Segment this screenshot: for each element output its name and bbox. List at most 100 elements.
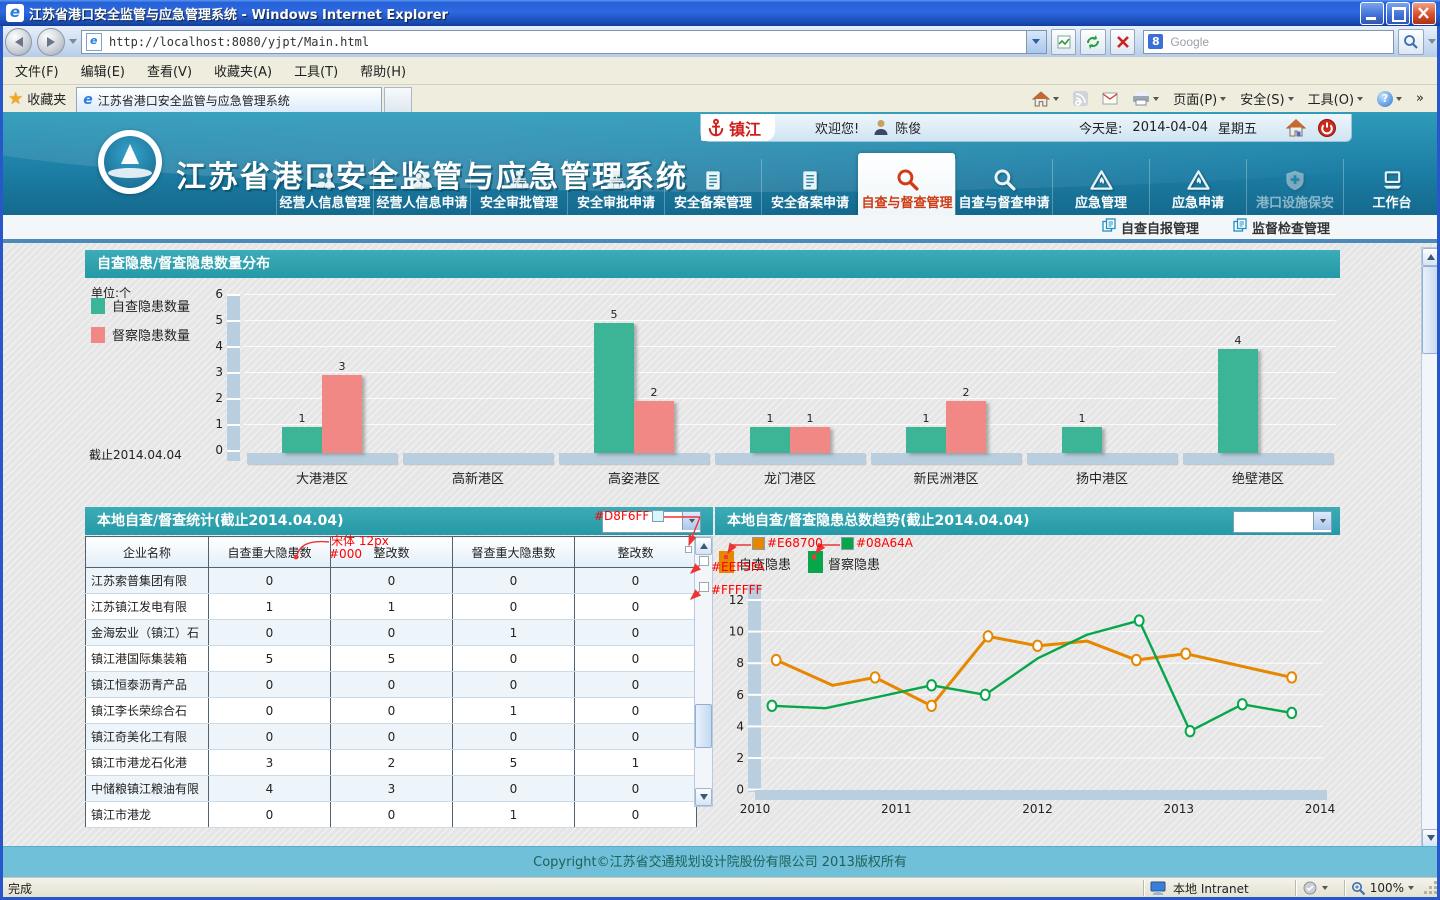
menu-item-2[interactable]: 查看(V) — [136, 57, 203, 84]
table-row[interactable]: 镇江市港龙0010 — [86, 802, 697, 828]
x-axis-band — [403, 453, 553, 464]
forward-button[interactable] — [37, 28, 64, 56]
menu-item-5[interactable]: 帮助(H) — [349, 57, 417, 84]
nav-item-2[interactable]: 经营人信息申请 — [373, 159, 470, 215]
menu-item-0[interactable]: 文件(F) — [4, 57, 70, 84]
nav-item-6[interactable]: 安全备案申请 — [761, 159, 858, 215]
table-row[interactable]: 镇江恒泰沥青产品0000 — [86, 672, 697, 698]
search-input[interactable] — [1168, 34, 1372, 50]
protected-mode-icon[interactable] — [1302, 881, 1318, 895]
legend-swatch — [719, 551, 734, 573]
nav-item-12[interactable]: 工作台 — [1343, 159, 1440, 215]
address-field[interactable] — [81, 30, 1027, 54]
minimize-button[interactable] — [1360, 2, 1384, 25]
resize-grip[interactable] — [1424, 881, 1438, 895]
nav-item-8[interactable]: 自查与督查申请 — [955, 159, 1052, 215]
nav-item-7[interactable]: 自查与督查管理 — [858, 153, 955, 215]
subnav-item-2[interactable]: 监督检查管理 — [1233, 218, 1330, 237]
search-button[interactable] — [1398, 29, 1424, 55]
close-button[interactable] — [1412, 2, 1436, 25]
zone-caret[interactable] — [1322, 886, 1328, 890]
table-row[interactable]: 镇江港国际集装箱5500 — [86, 646, 697, 672]
table-row[interactable]: 金海宏业（镇江）石0010 — [86, 620, 697, 646]
nav-item-5[interactable]: 安全备案管理 — [664, 159, 761, 215]
category-cell: 11龙门港区 — [712, 286, 868, 482]
overflow-chevron[interactable]: » — [1410, 88, 1430, 109]
zoom-level[interactable]: 100% — [1370, 881, 1404, 895]
y-tick-label: 2 — [197, 391, 223, 405]
scroll-down-button[interactable] — [695, 788, 712, 806]
table-row[interactable]: 江苏索普集团有限0000 — [86, 568, 697, 594]
table-row[interactable]: 镇江奇美化工有限0000 — [86, 724, 697, 750]
print-button[interactable] — [1126, 88, 1165, 109]
svg-text:8: 8 — [736, 656, 744, 670]
region-label: 镇江 — [729, 116, 761, 140]
favorites-button[interactable]: 收藏夹 — [27, 89, 66, 108]
table-scrollbar[interactable] — [694, 536, 713, 807]
search-options-caret[interactable] — [1428, 39, 1436, 44]
tools-menu-button[interactable]: 工具(O) — [1302, 86, 1369, 111]
svg-text:2: 2 — [736, 751, 744, 765]
value-cell: 1 — [575, 750, 697, 776]
table-row[interactable]: 中储粮镇江粮油有限4300 — [86, 776, 697, 802]
page-menu-button[interactable]: 页面(P) — [1167, 86, 1232, 111]
ie-icon: e — [6, 4, 24, 22]
chevron-down-icon[interactable] — [1313, 512, 1331, 530]
rss-button[interactable] — [1067, 88, 1094, 109]
history-caret[interactable] — [69, 39, 77, 44]
table-filter-dropdown[interactable] — [602, 511, 701, 533]
nav-item-1[interactable]: 经营人信息管理 — [276, 159, 373, 215]
home-button[interactable] — [1026, 88, 1065, 110]
compatibility-view-button[interactable] — [1051, 29, 1077, 55]
nav-item-label: 港口设施保安 — [1256, 192, 1334, 211]
subnav-item-1[interactable]: 自查自报管理 — [1102, 218, 1199, 237]
nav-item-9[interactable]: 应急管理 — [1052, 159, 1149, 215]
table-row[interactable]: 江苏镇江发电有限1100 — [86, 594, 697, 620]
menu-item-3[interactable]: 收藏夹(A) — [203, 57, 283, 84]
page-tab[interactable]: e 江苏省港口安全监管与应急管理系统 — [76, 87, 382, 113]
address-input[interactable] — [107, 34, 991, 50]
bar-value-label: 1 — [790, 412, 830, 425]
nav-item-11[interactable]: 港口设施保安 — [1246, 159, 1343, 215]
x-axis-band — [1027, 453, 1177, 464]
nav-item-10[interactable]: 应急申请 — [1149, 159, 1246, 215]
legend-swatch — [91, 298, 105, 314]
home-shortcut-icon[interactable] — [1285, 118, 1307, 138]
value-cell: 0 — [575, 646, 697, 672]
asof-note: 截止2014.04.04 — [89, 446, 182, 463]
nav-item-label: 应急申请 — [1172, 192, 1224, 211]
help-button[interactable]: ? — [1371, 88, 1408, 110]
scroll-up-button[interactable] — [695, 537, 712, 555]
user-icon — [873, 119, 889, 136]
back-button[interactable] — [5, 28, 32, 56]
refresh-button[interactable] — [1080, 29, 1106, 55]
favorites-star-icon[interactable]: ★ — [8, 89, 23, 109]
zoom-caret[interactable] — [1408, 886, 1414, 890]
menu-item-1[interactable]: 编辑(E) — [70, 57, 136, 84]
address-combo-button[interactable] — [1027, 30, 1047, 54]
read-mail-button[interactable] — [1096, 89, 1124, 108]
category-label: 大港港区 — [244, 468, 400, 487]
nav-item-3[interactable]: 安全审批管理 — [470, 159, 567, 215]
flowchart-icon — [604, 164, 629, 192]
table-row[interactable]: 镇江李长荣综合石0010 — [86, 698, 697, 724]
category-cell: 4绝壁港区 — [1180, 286, 1336, 482]
logout-power-icon[interactable] — [1317, 118, 1337, 138]
line-filter-dropdown[interactable] — [1233, 511, 1332, 533]
chevron-down-icon[interactable] — [682, 512, 700, 530]
stop-button[interactable] — [1110, 29, 1136, 55]
value-cell: 0 — [209, 672, 331, 698]
nav-item-label: 自查与督查申请 — [958, 192, 1049, 211]
search-box[interactable]: 8 — [1143, 30, 1394, 54]
weekday: 星期五 — [1218, 118, 1257, 137]
scroll-thumb[interactable] — [695, 704, 712, 748]
menu-item-4[interactable]: 工具(T) — [283, 57, 349, 84]
nav-item-label: 安全审批管理 — [480, 192, 558, 211]
restore-button[interactable] — [1386, 2, 1410, 25]
bar-pair: 4 — [1218, 349, 1298, 453]
safety-menu-button[interactable]: 安全(S) — [1234, 86, 1299, 111]
table-row[interactable]: 镇江市港龙石化港3251 — [86, 750, 697, 776]
category-label: 绝壁港区 — [1180, 468, 1336, 487]
new-tab-stub[interactable] — [384, 87, 412, 113]
nav-item-4[interactable]: 安全审批申请 — [567, 159, 664, 215]
